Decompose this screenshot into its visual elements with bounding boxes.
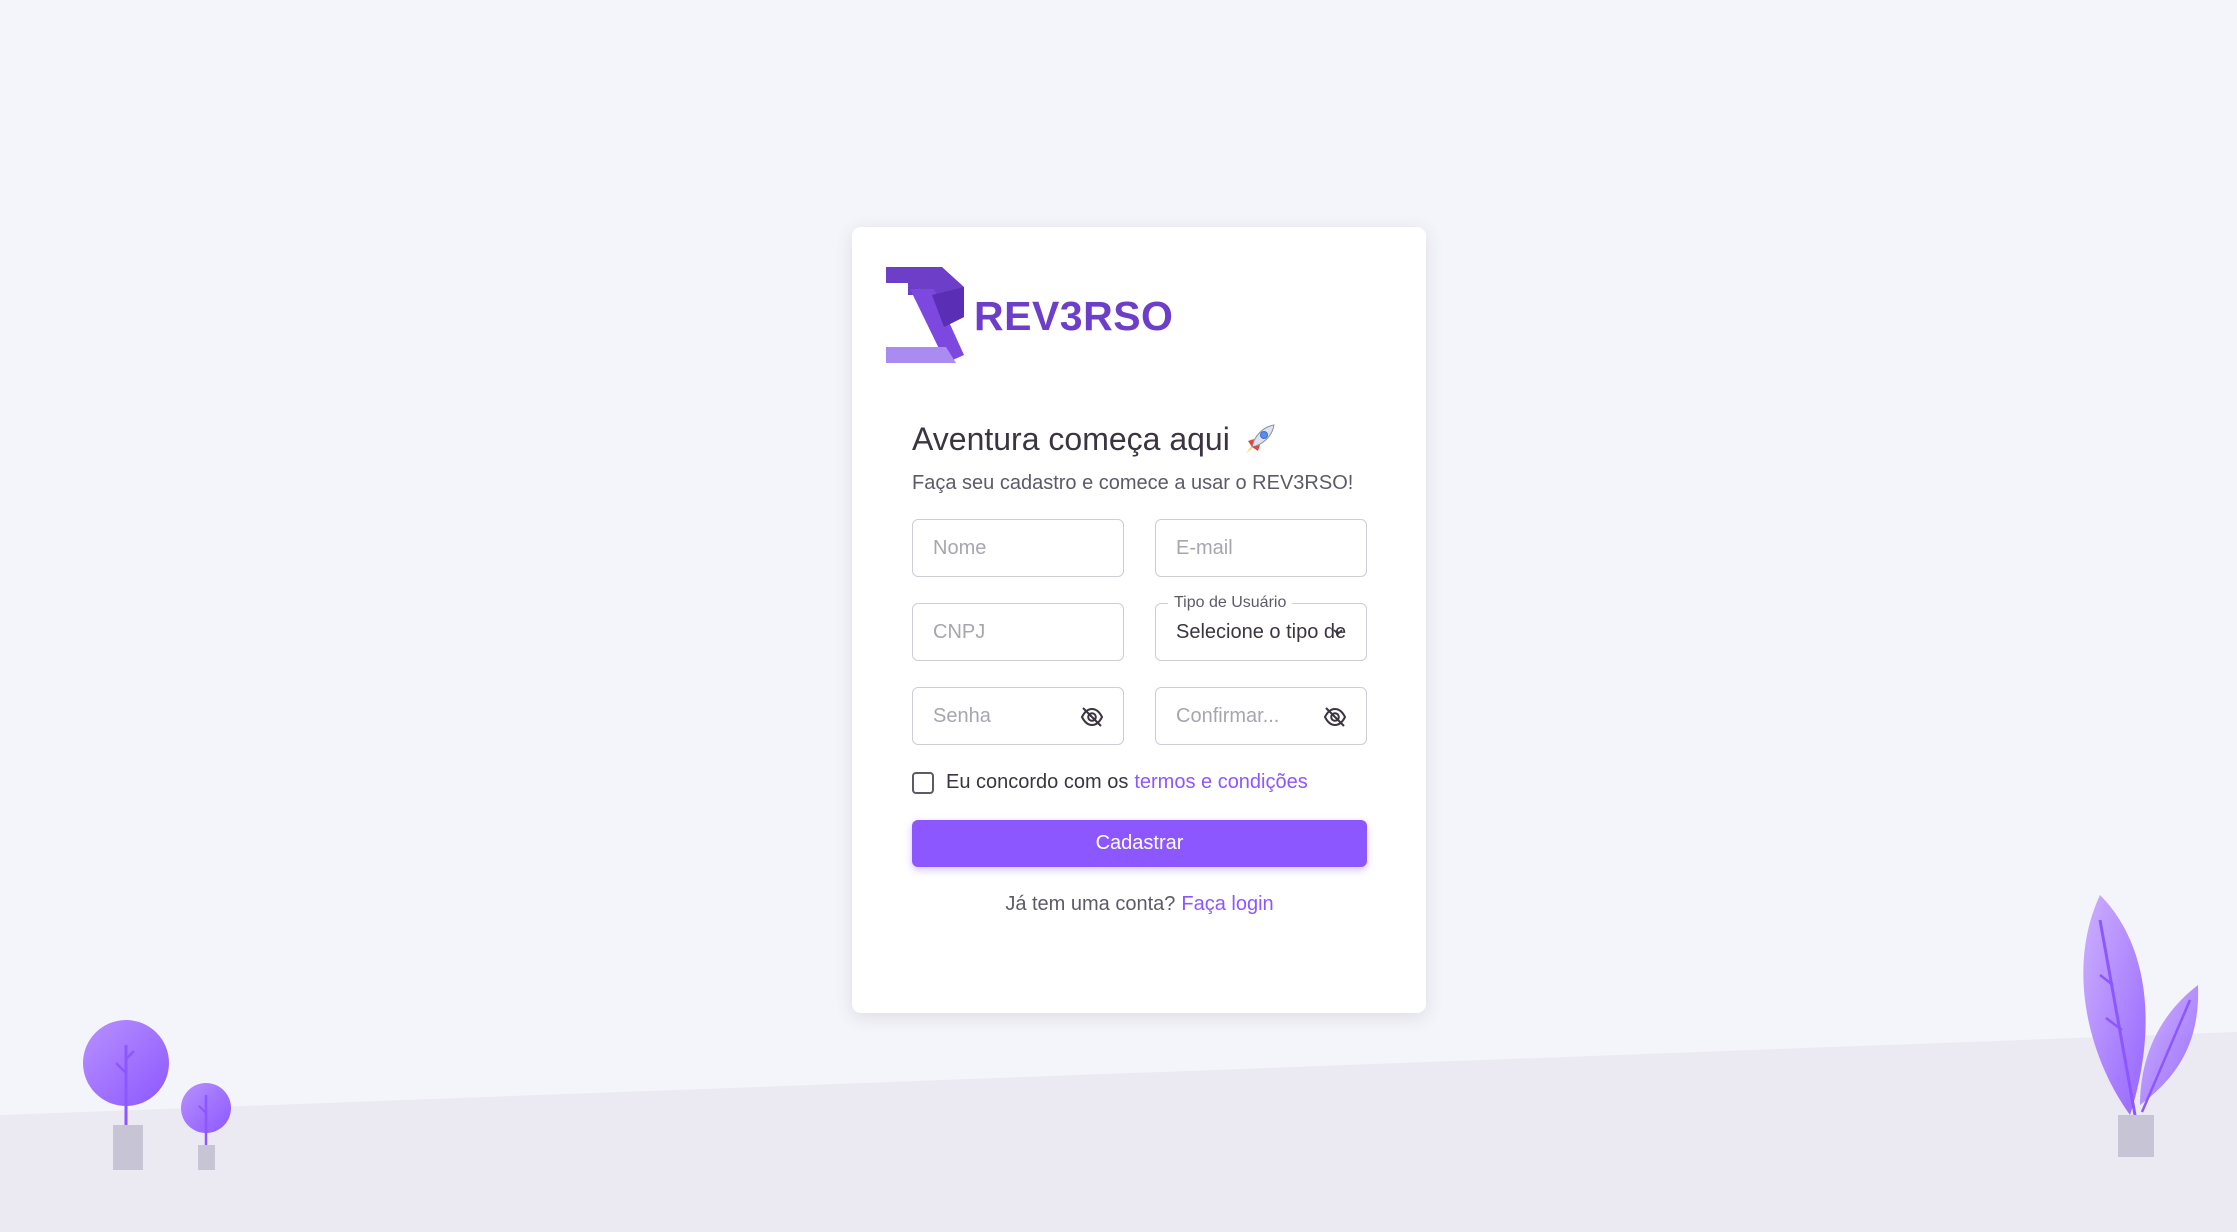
email-field [1155,519,1367,578]
register-content: Aventura começa aqui Faça seu cadastro e… [912,420,1367,916]
terms-text: Eu concordo com os [946,771,1129,794]
name-input[interactable] [913,520,1123,577]
register-card: REV3RSO Aventura começa aqui Faça seu ca… [852,227,1426,1013]
cnpj-input[interactable] [913,604,1123,661]
page-subtitle: Faça seu cadastro e comece a usar o REV3… [912,472,1354,495]
rocket-icon [1244,424,1275,455]
login-link[interactable]: Faça login [1181,893,1273,915]
login-row: Já tem uma conta? Faça login [912,893,1367,916]
eye-off-icon[interactable] [1322,704,1348,730]
login-text: Já tem uma conta? [1005,893,1176,916]
brand-name: REV3RSO [974,292,1174,339]
confirm-password-field [1155,687,1367,746]
terms-checkbox[interactable] [912,771,934,794]
name-field [912,519,1124,578]
eye-off-icon[interactable] [1079,704,1105,730]
page: REV3RSO Aventura começa aqui Faça seu ca… [0,0,2237,1232]
email-input[interactable] [1156,520,1366,577]
user-type-value: Selecione o tipo de [1176,621,1347,644]
chevron-down-icon [1333,629,1343,636]
page-title: Aventura começa aqui [912,420,1367,458]
cnpj-field [912,603,1124,662]
password-field [912,687,1124,746]
register-button[interactable]: Cadastrar [912,820,1367,868]
register-form: Tipo de Usuário Selecione o tipo de [912,519,1367,746]
user-type-label: Tipo de Usuário [1168,594,1293,613]
terms-row: Eu concordo com os termos e condições [912,771,1367,794]
plant-illustration-icon [2083,895,2199,1157]
rev3rso-logo-icon [886,267,964,363]
brand: REV3RSO [886,267,1173,365]
page-title-text: Aventura começa aqui [912,421,1230,457]
user-type-select[interactable]: Tipo de Usuário Selecione o tipo de [1155,594,1367,662]
terms-link[interactable]: termos e condições [1134,771,1307,794]
tree-illustration-icon [83,1020,231,1170]
